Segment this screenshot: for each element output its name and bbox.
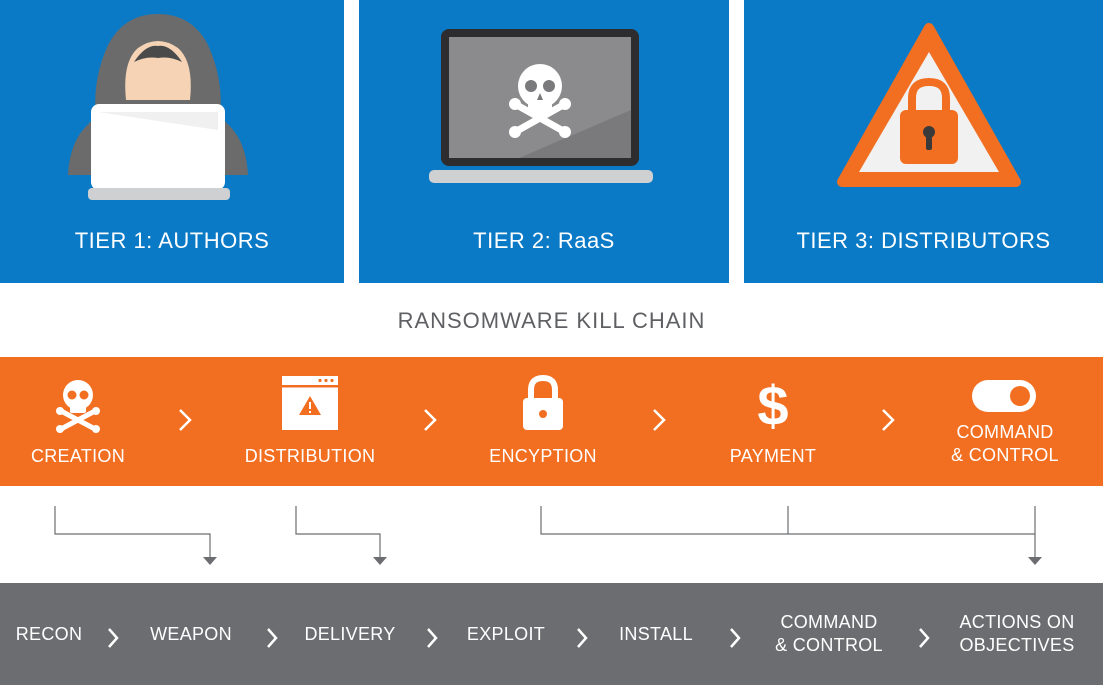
stage-exploit: EXPLOIT	[466, 623, 546, 644]
step-distribution: DISTRIBUTION	[230, 357, 390, 486]
stage-recon: RECON	[15, 623, 83, 644]
step-label: COMMAND & CONTROL	[951, 422, 1059, 465]
chevron-right-icon	[730, 628, 741, 648]
step-label: DISTRIBUTION	[244, 446, 376, 466]
step-label: PAYMENT	[729, 446, 817, 466]
chevron-right-icon	[267, 628, 278, 648]
stage-install: INSTALL	[619, 623, 693, 644]
stage-delivery: DELIVERY	[304, 623, 396, 644]
hooded-hacker-icon	[68, 14, 248, 200]
chevron-right-icon	[427, 628, 438, 648]
tier-label: TIER 1: AUTHORS	[74, 228, 270, 253]
kill-chain-title: RANSOMWARE KILL CHAIN	[397, 308, 706, 333]
skull-crossbones-icon	[56, 380, 100, 433]
stage-weapon: WEAPON	[150, 623, 232, 644]
toggle-icon	[972, 380, 1036, 412]
step-label: ENCYPTION	[489, 446, 597, 466]
warning-lock-icon	[837, 23, 1021, 187]
stage-command-control: COMMAND & CONTROL	[775, 612, 883, 655]
chevron-right-icon	[577, 628, 588, 648]
tier-1-panel: TIER 1: AUTHORS	[0, 0, 344, 283]
chevron-right-icon	[653, 409, 666, 431]
cyber-kill-chain-band: RECON WEAPON DELIVERY EXPLOIT INSTALL CO…	[0, 583, 1103, 685]
tier-3-panel: TIER 3: DISTRIBUTORS	[744, 0, 1103, 283]
ransomware-steps-band: CREATION DISTRIBUTION ENCYPTION $ PAYMEN…	[0, 357, 1103, 486]
chevron-right-icon	[424, 409, 437, 431]
stage-actions-on-objectives: ACTIONS ON OBJECTIVES	[959, 612, 1075, 655]
chevron-right-icon	[919, 628, 930, 648]
tier-2-panel: TIER 2: RaaS	[359, 0, 729, 283]
step-label: CREATION	[30, 446, 126, 466]
laptop-skull-icon	[429, 29, 653, 183]
step-payment: $ PAYMENT	[703, 357, 843, 486]
dollar-icon: $	[757, 375, 788, 431]
arrow-down-icon	[203, 557, 217, 565]
step-encryption: ENCYPTION	[472, 357, 614, 486]
padlock-icon	[523, 374, 563, 430]
chevron-right-icon	[108, 628, 119, 648]
tier-label: TIER 2: RaaS	[473, 228, 615, 253]
chevron-right-icon	[179, 409, 192, 431]
svg-text:$: $	[757, 375, 788, 431]
chevron-right-icon	[882, 409, 895, 431]
tier-label: TIER 3: DISTRIBUTORS	[796, 228, 1051, 253]
browser-warning-icon	[282, 376, 338, 430]
step-creation: CREATION	[8, 357, 148, 486]
arrow-down-icon	[373, 557, 387, 565]
connector-lines	[54, 506, 1042, 565]
step-command-control: COMMAND & CONTROL	[930, 357, 1080, 486]
arrow-down-icon	[1028, 557, 1042, 565]
